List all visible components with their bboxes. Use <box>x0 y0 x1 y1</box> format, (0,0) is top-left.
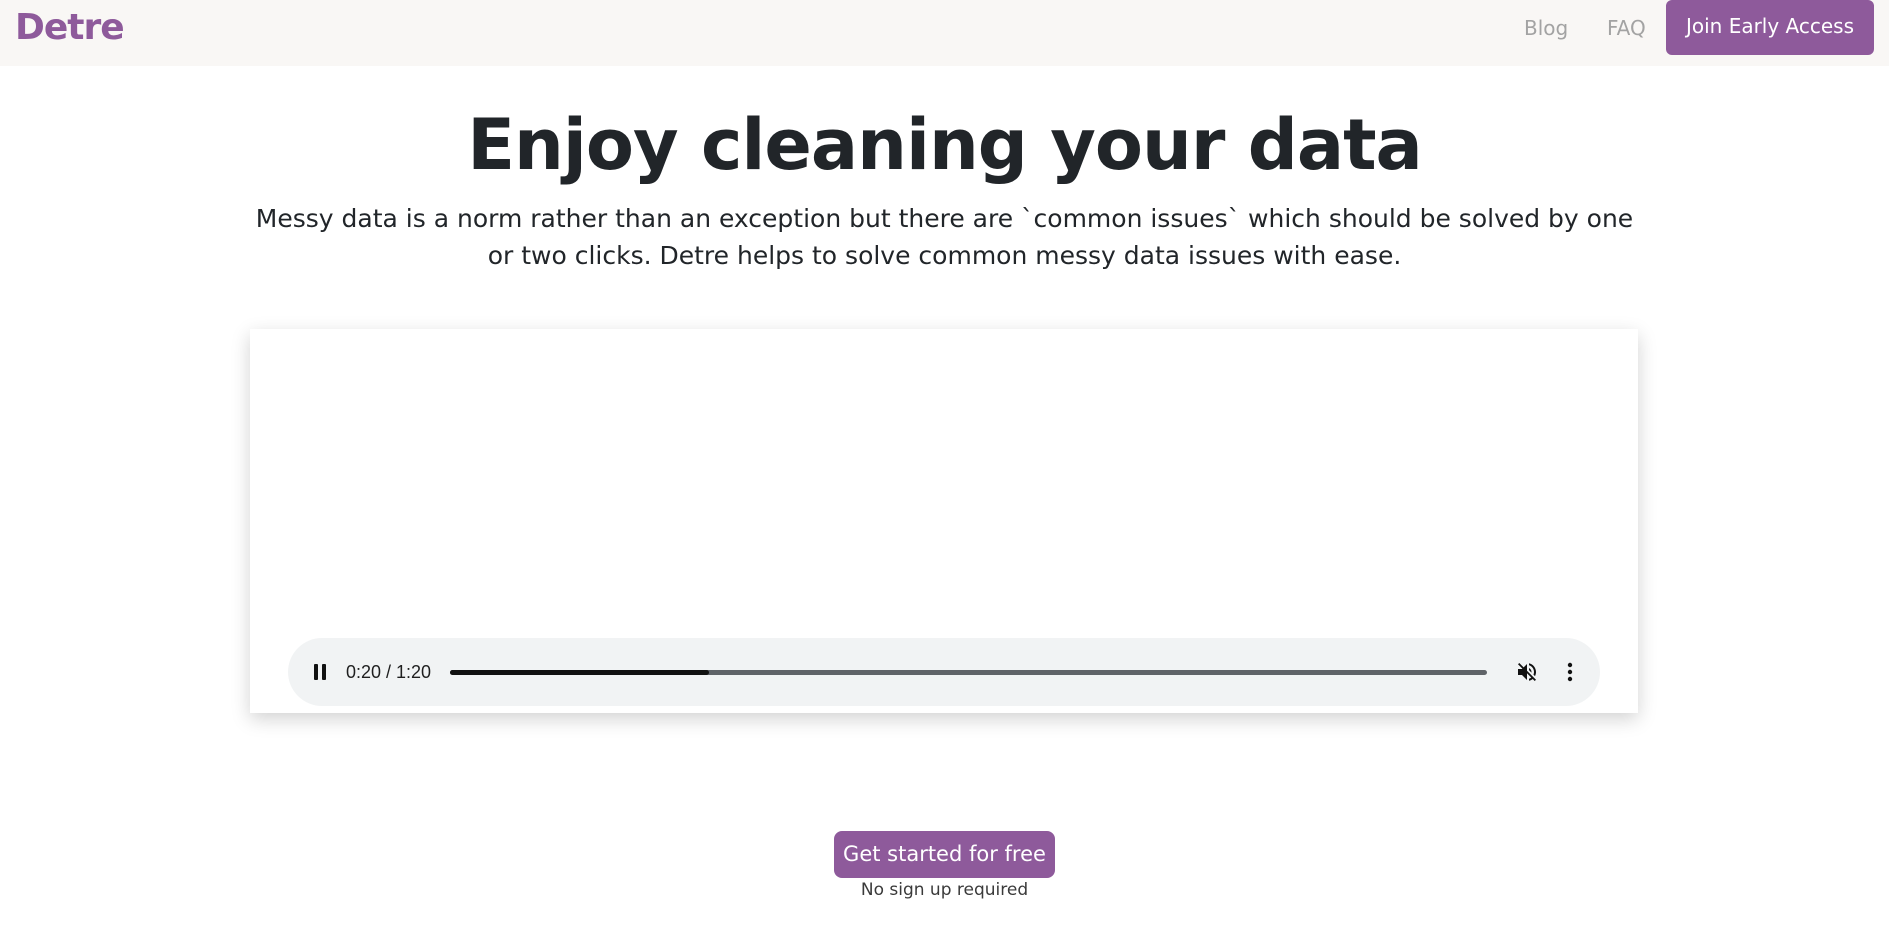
cta-note: No sign up required <box>860 880 1029 900</box>
hero-title: Enjoy cleaning your data <box>467 104 1423 186</box>
video-seek-progress <box>450 670 710 675</box>
nav-link-blog[interactable]: Blog <box>1524 15 1568 41</box>
pause-icon[interactable] <box>312 663 328 681</box>
top-navbar: Detre Blog FAQ Join Early Access <box>0 0 1889 66</box>
get-started-button[interactable]: Get started for free <box>834 831 1055 878</box>
mute-icon[interactable] <box>1515 660 1539 684</box>
brand-logo[interactable]: Detre <box>15 6 125 50</box>
nav-link-faq[interactable]: FAQ <box>1607 15 1646 41</box>
video-time-display: 0:20 / 1:20 <box>346 662 432 682</box>
hero-subtitle: Messy data is a norm rather than an exce… <box>255 204 1634 270</box>
more-vertical-icon[interactable] <box>1558 660 1582 684</box>
video-controls-bar: 0:20 / 1:20 <box>288 638 1600 706</box>
video-player[interactable]: 0:20 / 1:20 <box>250 329 1638 713</box>
join-early-access-button[interactable]: Join Early Access <box>1666 0 1874 55</box>
video-seek-bar[interactable] <box>450 670 1487 675</box>
